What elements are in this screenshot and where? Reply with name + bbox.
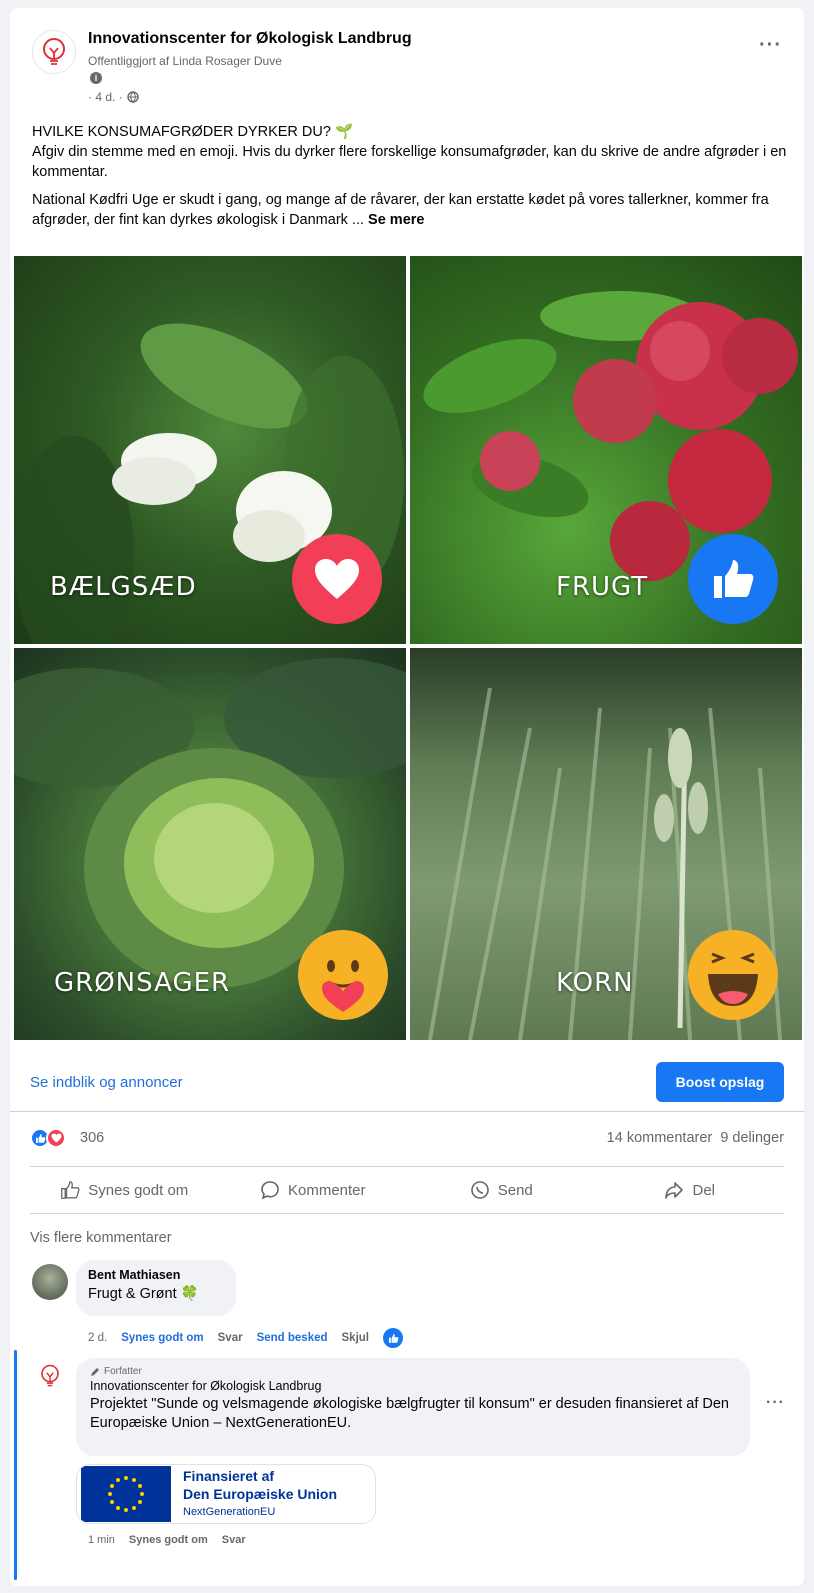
post-question: HVILKE KONSUMAFGRØDER DYRKER DU? 🌱 xyxy=(32,124,353,140)
post-card: Innovationscenter for Økologisk Landbrug… xyxy=(10,8,804,1586)
author-badge: Forfatter xyxy=(90,1366,736,1377)
like-reaction-icon xyxy=(688,534,778,624)
comment-meta: 1 min Synes godt om Svar xyxy=(88,1534,246,1546)
eu-funding-text: Finansieret af Den Europæiske Union Next… xyxy=(171,1467,337,1521)
post-header: Innovationscenter for Økologisk Landbrug… xyxy=(10,8,804,118)
highlight-bar xyxy=(14,1350,17,1580)
hide-comment-button[interactable]: Skjul xyxy=(342,1332,369,1344)
comment-time[interactable]: 1 min xyxy=(88,1534,115,1546)
post-intro: Afgiv din stemme med en emoji. Hvis du d… xyxy=(32,144,787,180)
send-label: Send xyxy=(497,1181,533,1199)
author-tag-label: Forfatter xyxy=(104,1366,142,1377)
send-button[interactable]: Send xyxy=(407,1167,596,1213)
thumbs-up-icon xyxy=(61,1181,80,1199)
send-message-button[interactable]: Send besked xyxy=(257,1332,328,1344)
haha-reaction-icon xyxy=(688,930,778,1020)
like-button[interactable]: Synes godt om xyxy=(30,1167,219,1213)
comment-button[interactable]: Kommenter xyxy=(219,1167,408,1213)
comment-text: Frugt & Grønt 🍀 xyxy=(88,1286,199,1302)
comment-bubble: Forfatter Innovationscenter for Økologis… xyxy=(76,1358,750,1456)
like-reaction-badge-icon[interactable] xyxy=(383,1328,403,1348)
comment-text: Projektet "Sunde og velsmagende økologis… xyxy=(90,1396,729,1431)
love-reaction-icon xyxy=(292,534,382,624)
reaction-summary[interactable] xyxy=(30,1128,66,1148)
lightbulb-logo-icon xyxy=(43,38,65,65)
avatar[interactable] xyxy=(32,1264,68,1300)
post-action-buttons: Synes godt om Kommenter Send Del xyxy=(30,1166,784,1214)
page-logo[interactable] xyxy=(32,30,76,74)
eu-line-3: NextGenerationEU xyxy=(183,1506,276,1518)
eu-funding-image[interactable]: Finansieret af Den Europæiske Union Next… xyxy=(76,1464,376,1524)
photo-tile-vegetables[interactable]: GRØNSAGER xyxy=(14,648,406,1040)
tile-label: KORN xyxy=(556,968,634,998)
comment-meta: 2 d. Synes godt om Svar Send besked Skju… xyxy=(88,1328,403,1348)
comment-like-button[interactable]: Synes godt om xyxy=(121,1332,203,1344)
insights-link[interactable]: Se indblik og annoncer xyxy=(30,1074,183,1091)
globe-icon xyxy=(126,91,139,103)
photo-tile-fruit[interactable]: FRUGT xyxy=(410,256,802,644)
whatsapp-icon xyxy=(470,1181,489,1199)
author-comment: Forfatter Innovationscenter for Økologis… xyxy=(30,1358,790,1578)
eu-line-2: Den Europæiske Union xyxy=(183,1486,338,1502)
comment-label: Kommenter xyxy=(287,1181,366,1199)
care-reaction-icon xyxy=(298,930,388,1020)
share-label: Del xyxy=(692,1181,715,1199)
post-time[interactable]: · 4 d. · xyxy=(88,90,123,104)
comment-options-icon[interactable]: ··· xyxy=(766,1394,785,1412)
photo-grid[interactable]: BÆLGSÆD FRUGT GRØNSAGER KORN xyxy=(14,256,802,1044)
photo-tile-grain[interactable]: KORN xyxy=(410,648,802,1040)
see-more-link[interactable]: Se mere xyxy=(368,212,424,228)
comment-count[interactable]: 14 kommentarer xyxy=(607,1130,713,1146)
post-meta: · 4 d. · xyxy=(88,90,139,104)
commenter-name[interactable]: Bent Mathiasen xyxy=(88,1268,224,1282)
comment: Bent Mathiasen Frugt & Grønt 🍀 2 d. Syne… xyxy=(30,1260,790,1350)
share-arrow-icon xyxy=(665,1182,684,1199)
info-icon[interactable]: i xyxy=(90,72,102,84)
page-name[interactable]: Innovationscenter for Økologisk Landbrug xyxy=(88,30,412,48)
page-logo-small[interactable] xyxy=(32,1358,68,1394)
comment-reply-button[interactable]: Svar xyxy=(218,1332,243,1344)
tile-label: GRØNSAGER xyxy=(54,968,231,998)
tile-label: BÆLGSÆD xyxy=(50,572,197,602)
pencil-icon xyxy=(91,1367,99,1376)
more-options-icon[interactable]: ··· xyxy=(759,34,782,57)
comment-icon xyxy=(261,1181,279,1200)
eu-line-1: Finansieret af xyxy=(183,1468,275,1484)
comment-reply-button[interactable]: Svar xyxy=(222,1534,246,1546)
comment-bubble: Bent Mathiasen Frugt & Grønt 🍀 xyxy=(76,1260,236,1316)
admin-actions-bar: Se indblik og annoncer Boost opslag xyxy=(10,1056,804,1112)
published-by[interactable]: Offentliggjort af Linda Rosager Duve xyxy=(88,54,282,68)
comment-like-button[interactable]: Synes godt om xyxy=(129,1534,208,1546)
reaction-stats: 306 14 kommentarer 9 delinger xyxy=(30,1126,784,1154)
share-button[interactable]: Del xyxy=(596,1167,785,1213)
boost-post-button[interactable]: Boost opslag xyxy=(656,1062,784,1102)
commenter-name[interactable]: Innovationscenter for Økologisk Landbrug xyxy=(90,1379,736,1393)
love-icon xyxy=(46,1128,66,1148)
tile-label: FRUGT xyxy=(556,572,649,602)
share-count[interactable]: 9 delinger xyxy=(720,1130,784,1146)
photo-tile-legumes[interactable]: BÆLGSÆD xyxy=(14,256,406,644)
comment-share-counts: 14 kommentarer 9 delinger xyxy=(607,1130,784,1146)
comment-time[interactable]: 2 d. xyxy=(88,1332,107,1344)
reaction-count[interactable]: 306 xyxy=(80,1130,104,1146)
view-more-comments-link[interactable]: Vis flere kommentarer xyxy=(30,1230,172,1246)
eu-flag-icon xyxy=(81,1466,171,1522)
lightbulb-logo-icon xyxy=(41,1364,59,1387)
post-text: HVILKE KONSUMAFGRØDER DYRKER DU? 🌱 Afgiv… xyxy=(32,122,788,238)
like-label: Synes godt om xyxy=(88,1181,189,1199)
